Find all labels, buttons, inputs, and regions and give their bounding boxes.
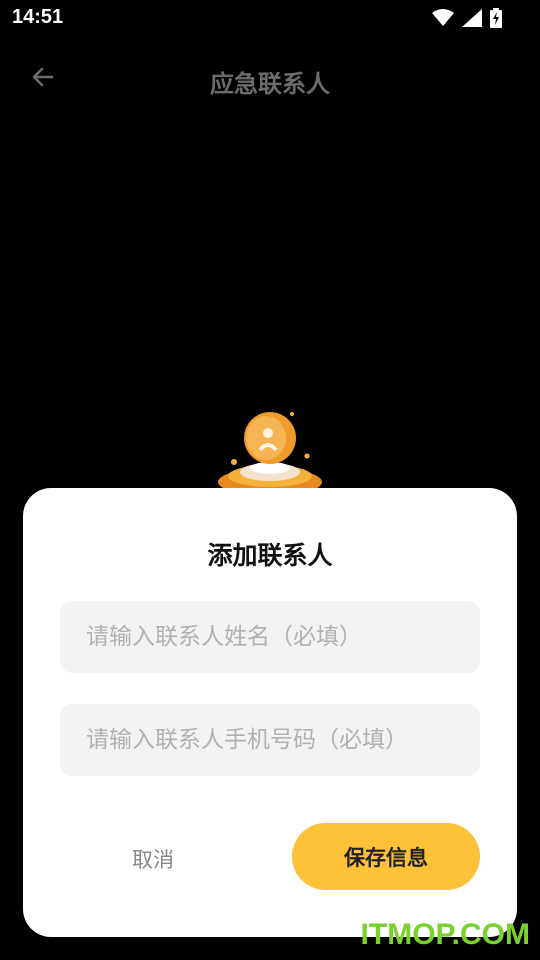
status-bar: 14:51 bbox=[0, 0, 540, 36]
emergency-contact-illustration bbox=[210, 400, 330, 500]
page-title: 应急联系人 bbox=[210, 70, 330, 98]
signal-icon bbox=[462, 9, 482, 31]
name-field-container bbox=[60, 601, 480, 673]
wifi-icon bbox=[432, 9, 454, 31]
status-time: 14:51 bbox=[12, 6, 64, 28]
status-icons bbox=[432, 8, 502, 32]
contact-phone-input[interactable] bbox=[84, 726, 480, 754]
contact-name-input[interactable] bbox=[84, 623, 480, 651]
phone-field-container bbox=[60, 704, 480, 776]
app-bar: 应急联系人 bbox=[0, 50, 540, 108]
dialog-title: 添加联系人 bbox=[207, 541, 333, 570]
save-button[interactable]: 保存信息 bbox=[292, 823, 480, 890]
add-contact-dialog: 添加联系人 取消 保存信息 bbox=[23, 488, 517, 937]
battery-charging-icon bbox=[490, 8, 502, 32]
cancel-button[interactable]: 取消 bbox=[93, 831, 213, 887]
watermark: ITMOP.COM bbox=[360, 918, 530, 951]
